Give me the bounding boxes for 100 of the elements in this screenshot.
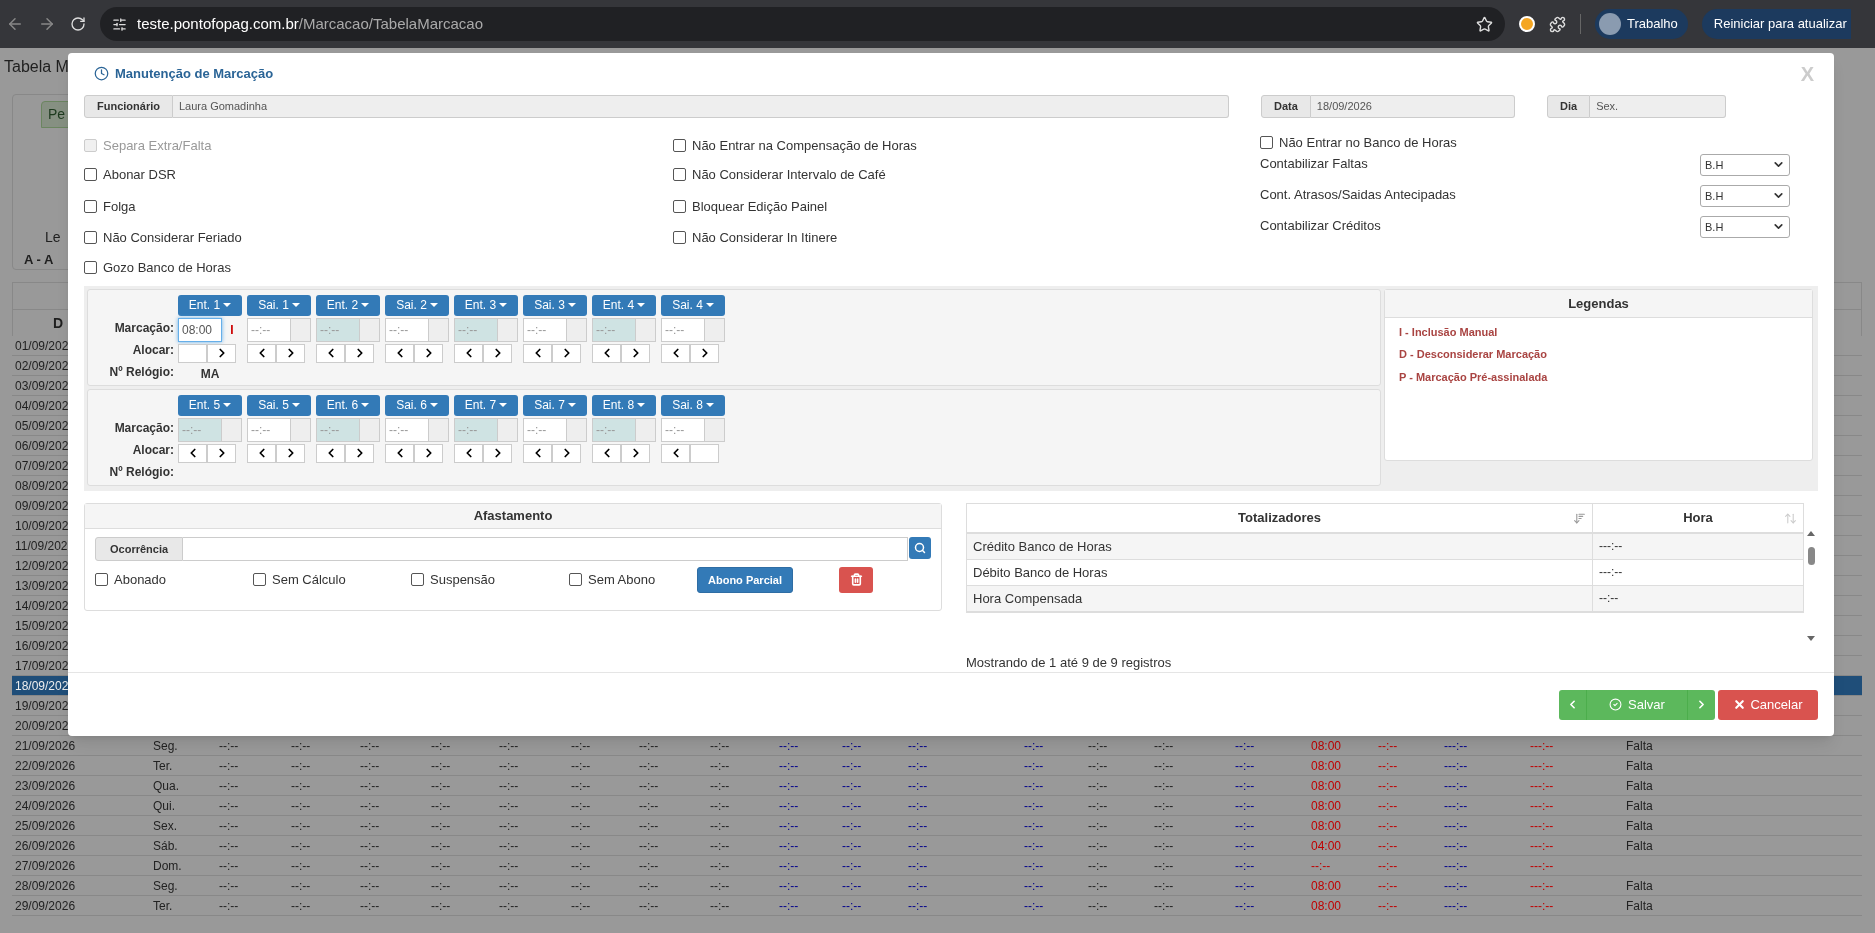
select-dropdown[interactable]: B.H	[1700, 153, 1790, 176]
left-arrow-button[interactable]	[385, 343, 414, 363]
time-input[interactable]: --:--	[316, 417, 360, 442]
slot-dropdown-button[interactable]: Sai. 2	[385, 294, 449, 316]
checkbox[interactable]	[95, 573, 108, 587]
left-arrow-button[interactable]	[385, 443, 414, 463]
left-arrow-button[interactable]	[247, 343, 276, 363]
time-input[interactable]: --:--	[661, 417, 705, 442]
right-arrow-button[interactable]	[552, 443, 581, 463]
sort-icon[interactable]	[1573, 511, 1586, 525]
previous-button[interactable]	[1559, 689, 1587, 720]
checkbox[interactable]	[1260, 136, 1273, 150]
back-icon[interactable]	[6, 15, 24, 33]
left-arrow-button[interactable]	[661, 343, 690, 363]
checkbox[interactable]	[673, 199, 686, 213]
time-input[interactable]: --:--	[247, 417, 291, 442]
checkbox[interactable]	[673, 231, 686, 245]
checkbox[interactable]	[84, 199, 97, 213]
checkbox[interactable]	[84, 231, 97, 245]
time-input[interactable]: --:--	[454, 317, 498, 342]
cancel-button[interactable]: Cancelar	[1718, 689, 1818, 720]
right-arrow-button[interactable]	[621, 443, 650, 463]
checkbox[interactable]	[84, 168, 97, 182]
slot-dropdown-button[interactable]: Sai. 5	[247, 394, 311, 416]
right-arrow-button[interactable]	[621, 343, 650, 363]
right-arrow-button[interactable]	[276, 343, 305, 363]
bookmark-star-icon[interactable]	[1476, 15, 1493, 33]
select-dropdown[interactable]: B.H	[1700, 215, 1790, 238]
reload-icon[interactable]	[70, 16, 86, 32]
slot-dropdown-button[interactable]: Sai. 6	[385, 394, 449, 416]
right-arrow-button[interactable]	[552, 343, 581, 363]
next-button[interactable]	[1687, 689, 1715, 720]
occurrence-input[interactable]	[183, 536, 908, 561]
update-button[interactable]: Reiniciar para atualizar	[1701, 9, 1851, 39]
left-arrow-button[interactable]	[523, 343, 552, 363]
slot-dropdown-button[interactable]: Ent. 1	[178, 294, 242, 316]
right-arrow-button[interactable]	[345, 343, 374, 363]
extensions-icon[interactable]	[1549, 15, 1566, 33]
left-arrow-button[interactable]	[592, 443, 621, 463]
left-arrow-button[interactable]	[661, 443, 690, 463]
time-input[interactable]: --:--	[454, 417, 498, 442]
right-arrow-button[interactable]	[207, 443, 236, 463]
left-arrow-button[interactable]	[592, 343, 621, 363]
time-input[interactable]: --:--	[316, 317, 360, 342]
slot-dropdown-button[interactable]: Sai. 1	[247, 294, 311, 316]
profile-button[interactable]: Trabalho	[1595, 9, 1688, 39]
right-arrow-button[interactable]	[483, 443, 512, 463]
address-bar[interactable]: teste.pontofopag.com.br/Marcacao/TabelaMarcacao	[100, 7, 1505, 41]
left-arrow-button[interactable]	[454, 343, 483, 363]
column-header[interactable]: Totalizadores	[967, 503, 1593, 532]
time-input[interactable]: 08:00	[178, 317, 222, 342]
right-arrow-button[interactable]	[483, 343, 512, 363]
column-header[interactable]: Hora	[1593, 503, 1803, 532]
time-input[interactable]: --:--	[523, 417, 567, 442]
time-input[interactable]: --:--	[247, 317, 291, 342]
slot-dropdown-button[interactable]: Ent. 7	[454, 394, 518, 416]
checkbox[interactable]	[84, 261, 97, 275]
slot-dropdown-button[interactable]: Sai. 8	[661, 394, 725, 416]
checkbox[interactable]	[569, 573, 582, 587]
right-arrow-button[interactable]	[345, 443, 374, 463]
time-input[interactable]: --:--	[661, 317, 705, 342]
checkbox[interactable]	[673, 138, 686, 152]
right-arrow-button[interactable]	[414, 443, 443, 463]
left-arrow-button[interactable]	[454, 443, 483, 463]
right-arrow-button[interactable]	[414, 343, 443, 363]
field-label: Dia	[1547, 94, 1591, 118]
slot-dropdown-button[interactable]: Ent. 4	[592, 294, 656, 316]
slot-dropdown-button[interactable]: Ent. 8	[592, 394, 656, 416]
left-arrow-button[interactable]	[316, 343, 345, 363]
time-input[interactable]: --:--	[385, 417, 429, 442]
right-arrow-button[interactable]	[690, 343, 719, 363]
slot-dropdown-button[interactable]: Sai. 7	[523, 394, 587, 416]
checkbox[interactable]	[673, 168, 686, 182]
partial-allowance-button[interactable]: Abono Parcial	[697, 566, 793, 593]
right-arrow-button[interactable]	[276, 443, 305, 463]
left-arrow-button[interactable]	[523, 443, 552, 463]
time-input[interactable]: --:--	[523, 317, 567, 342]
slot-dropdown-button[interactable]: Ent. 6	[316, 394, 380, 416]
slot-dropdown-button[interactable]: Sai. 4	[661, 294, 725, 316]
left-arrow-button[interactable]	[247, 443, 276, 463]
time-input[interactable]: --:--	[592, 417, 636, 442]
right-arrow-button[interactable]	[207, 343, 236, 363]
left-arrow-button[interactable]	[316, 443, 345, 463]
time-input[interactable]: --:--	[592, 317, 636, 342]
extension-icon[interactable]	[1519, 16, 1535, 32]
slot-dropdown-button[interactable]: Ent. 3	[454, 294, 518, 316]
checkbox[interactable]	[411, 573, 424, 587]
search-button[interactable]	[909, 536, 931, 559]
time-input[interactable]: --:--	[385, 317, 429, 342]
checkbox[interactable]	[253, 573, 266, 587]
slot-dropdown-button[interactable]: Ent. 2	[316, 294, 380, 316]
save-button[interactable]: Salvar	[1587, 689, 1687, 720]
slot-dropdown-button[interactable]: Ent. 5	[178, 394, 242, 416]
delete-button[interactable]	[839, 566, 873, 593]
time-input[interactable]: --:--	[178, 417, 222, 442]
select-dropdown[interactable]: B.H	[1700, 184, 1790, 207]
left-arrow-button[interactable]	[178, 443, 207, 463]
forward-icon[interactable]	[38, 15, 56, 33]
site-settings-icon[interactable]	[112, 16, 127, 32]
slot-dropdown-button[interactable]: Sai. 3	[523, 294, 587, 316]
